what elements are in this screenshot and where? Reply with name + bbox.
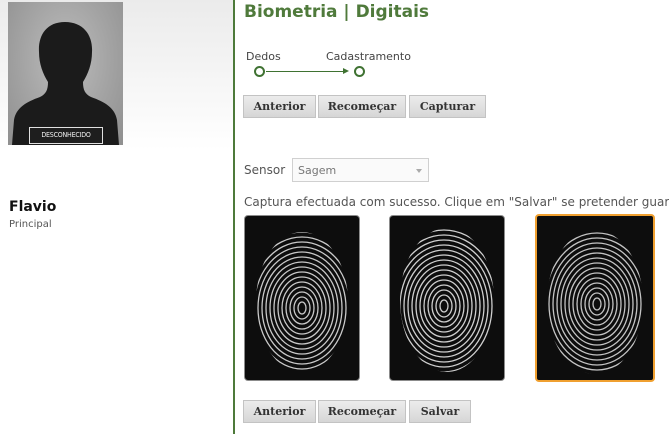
arrow-right-icon [343, 68, 349, 74]
step-label-cadastramento: Cadastramento [326, 50, 411, 63]
sensor-selected-value: Sagem [298, 164, 337, 177]
fingerprint-image-2[interactable] [389, 215, 505, 381]
sidebar: DESCONHECIDO Flavio Principal [0, 0, 233, 434]
status-message: Captura efectuada com sucesso. Clique em… [244, 195, 669, 209]
user-role: Principal [9, 219, 52, 230]
restart-button[interactable]: Recomeçar [318, 95, 406, 118]
fingerprint-icon [547, 230, 643, 374]
wizard-steps: Dedos Cadastramento [244, 50, 444, 82]
fingerprint-icon [256, 232, 348, 372]
main-panel: Biometria | Digitais Dedos Cadastramento… [236, 0, 669, 434]
fingerprint-image-3[interactable] [535, 214, 655, 382]
user-name: Flavio [9, 199, 57, 215]
chevron-down-icon [416, 169, 422, 173]
capture-button[interactable]: Capturar [409, 95, 486, 118]
previous-button[interactable]: Anterior [243, 95, 316, 118]
page-title: Biometria | Digitais [244, 2, 430, 22]
fingerprint-image-1[interactable] [244, 215, 360, 381]
step-dot-dedos[interactable] [254, 66, 265, 77]
person-silhouette-icon [12, 22, 119, 145]
profile-photo: DESCONHECIDO [8, 2, 123, 145]
step-dot-cadastramento[interactable] [354, 66, 365, 77]
save-button[interactable]: Salvar [409, 400, 471, 423]
fingerprint-icon [400, 228, 494, 372]
previous-button-bottom[interactable]: Anterior [243, 400, 316, 423]
divider [233, 0, 235, 434]
step-label-dedos: Dedos [246, 50, 281, 63]
sensor-select[interactable]: Sagem [292, 158, 429, 182]
sensor-label: Sensor [244, 163, 286, 177]
restart-button-bottom[interactable]: Recomeçar [318, 400, 406, 423]
photo-status-badge: DESCONHECIDO [29, 127, 103, 144]
step-connector [266, 71, 344, 72]
